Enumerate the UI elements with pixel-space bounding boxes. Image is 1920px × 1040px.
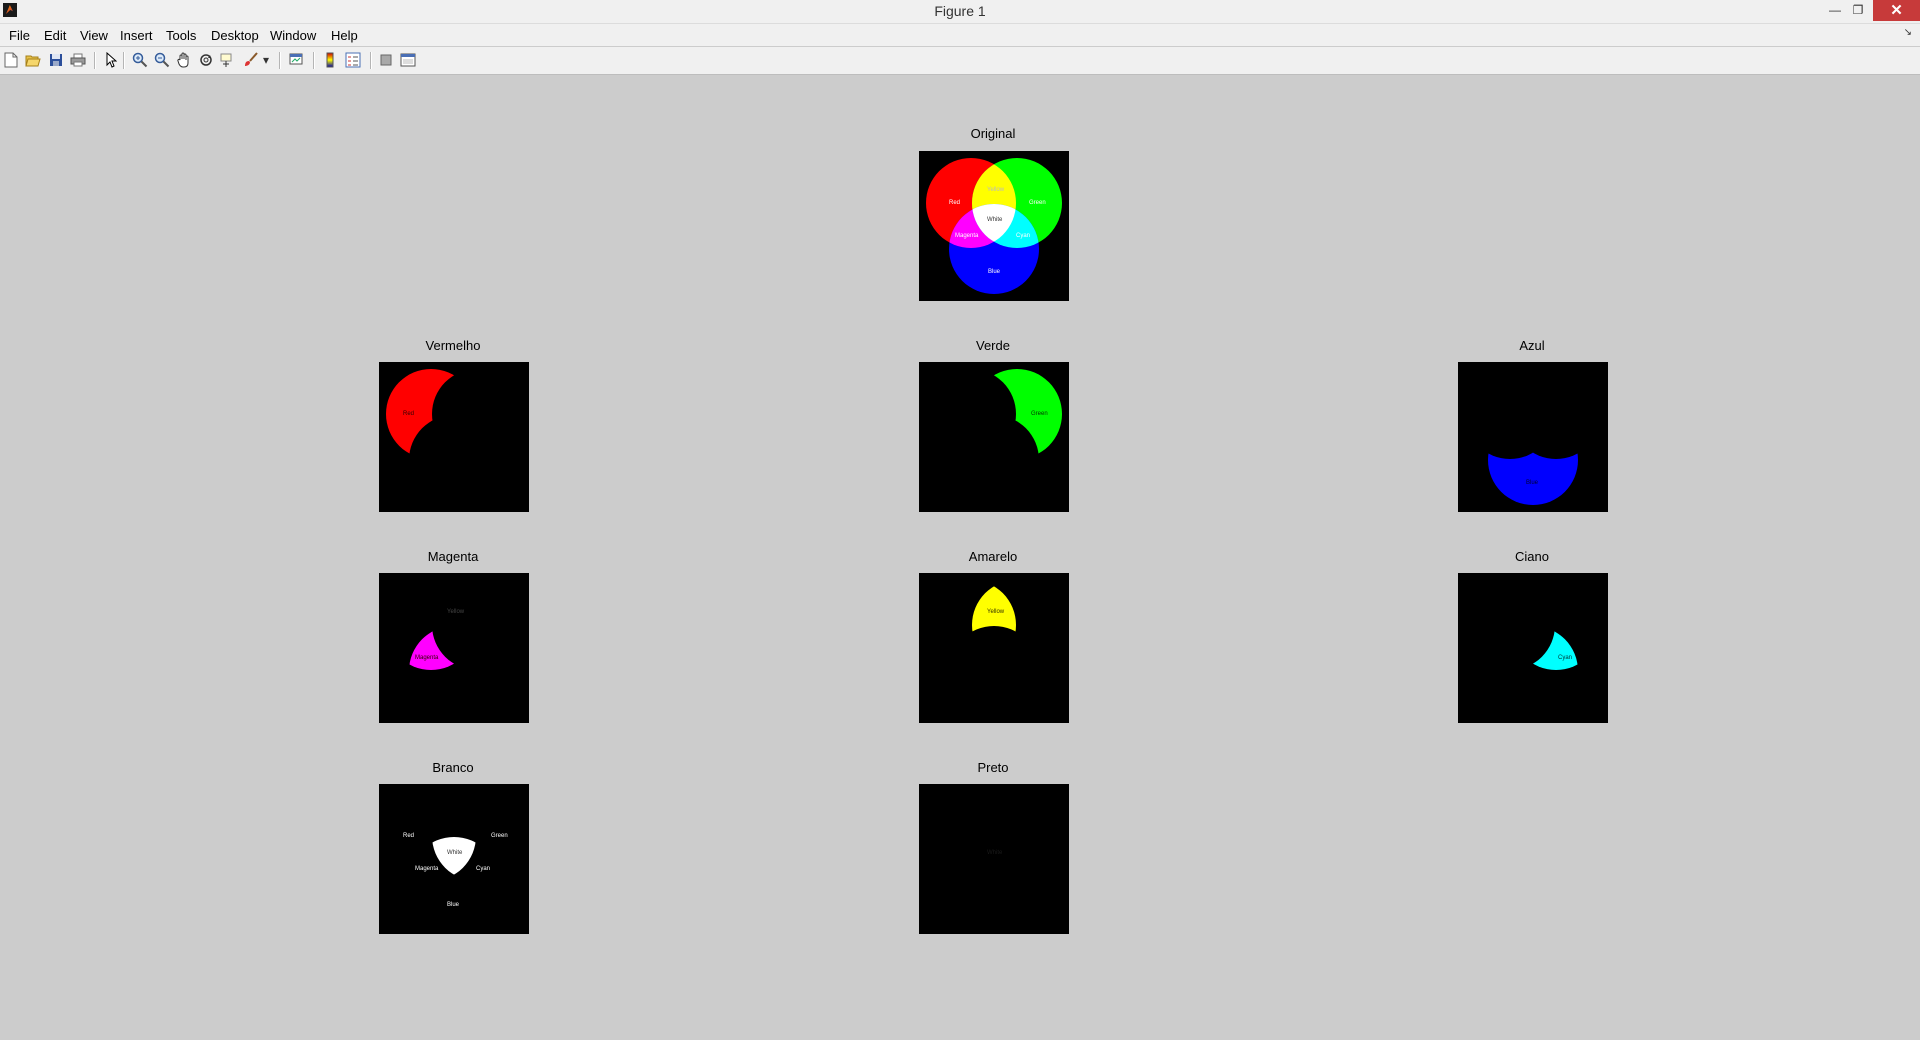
menu-dock-arrow-icon[interactable]: ↘ (1904, 27, 1912, 38)
toolbar-separator (313, 52, 315, 69)
subplot-magenta[interactable]: Magenta Yellow (379, 573, 529, 723)
label-blue: Blue (988, 269, 1001, 275)
menu-desktop[interactable]: Desktop (211, 28, 259, 43)
subplot-red[interactable]: Red (379, 362, 529, 512)
toolbar-separator (279, 52, 281, 69)
colorbar-icon[interactable] (322, 52, 338, 68)
subplot-title-yellow: Amarelo (968, 549, 1018, 564)
maximize-button[interactable]: ❐ (1843, 0, 1873, 21)
subplot-title-green: Verde (976, 338, 1010, 353)
label-white: White (447, 850, 463, 856)
menu-bar: File Edit View Insert Tools Desktop Wind… (0, 24, 1920, 46)
label-blue: Blue (447, 902, 460, 908)
label-cyan: Cyan (476, 866, 490, 872)
menu-view[interactable]: View (80, 28, 108, 43)
rotate-3d-icon[interactable] (198, 52, 214, 68)
toolbar: ▾ (0, 47, 1920, 75)
menu-window[interactable]: Window (270, 28, 316, 43)
subplot-title-black: Preto (977, 760, 1009, 775)
label-yellow-faint: Yellow (447, 609, 465, 615)
menu-help[interactable]: Help (331, 28, 358, 43)
label-white: White (987, 217, 1003, 223)
label-yellow: Yellow (987, 609, 1005, 615)
subplot-yellow[interactable]: Yellow (919, 573, 1069, 723)
zoom-in-icon[interactable] (132, 52, 148, 68)
subplot-title-blue: Azul (1519, 338, 1545, 353)
data-cursor-icon[interactable] (220, 52, 236, 68)
subplot-original[interactable]: Red Green Yellow Magenta Cyan White Blue (919, 151, 1069, 301)
label-magenta: Magenta (955, 233, 979, 239)
label-magenta: Magenta (415, 866, 439, 872)
pointer-icon[interactable] (103, 52, 119, 68)
menu-insert[interactable]: Insert (120, 28, 153, 43)
label-white-faint: White (987, 850, 1003, 856)
label-yellow: Yellow (987, 187, 1005, 193)
subplot-blue[interactable]: Blue (1458, 362, 1608, 512)
label-magenta: Magenta (415, 655, 439, 661)
label-red: Red (403, 833, 414, 839)
menu-edit[interactable]: Edit (44, 28, 66, 43)
subplot-title-white: Branco (432, 760, 474, 775)
label-red: Red (949, 200, 960, 206)
label-green: Green (1031, 411, 1048, 417)
subplot-green[interactable]: Green (919, 362, 1069, 512)
label-green: Green (491, 833, 508, 839)
menu-file[interactable]: File (9, 28, 30, 43)
toolbar-separator (94, 52, 96, 69)
close-button[interactable]: ✕ (1873, 0, 1920, 21)
label-blue: Blue (1526, 480, 1539, 486)
toolbar-separator (370, 52, 372, 69)
zoom-out-icon[interactable] (154, 52, 170, 68)
label-cyan: Cyan (1016, 233, 1030, 239)
label-green: Green (1029, 200, 1046, 206)
new-figure-icon[interactable] (3, 52, 19, 68)
hide-plot-tools-icon[interactable] (378, 52, 394, 68)
legend-icon[interactable] (345, 52, 361, 68)
print-icon[interactable] (70, 52, 86, 68)
subplot-title-magenta: Magenta (427, 549, 479, 564)
subplot-title-cyan: Ciano (1515, 549, 1549, 564)
show-plot-tools-icon[interactable] (400, 52, 416, 68)
subplot-title-red: Vermelho (425, 338, 481, 353)
window-title: Figure 1 (934, 3, 986, 19)
label-cyan: Cyan (1558, 655, 1572, 661)
subplot-cyan[interactable]: Cyan (1458, 573, 1608, 723)
brush-dropdown-icon[interactable]: ▾ (261, 52, 271, 68)
subplot-black[interactable]: White (919, 784, 1069, 934)
subplot-title-original: Original (970, 126, 1016, 141)
open-file-icon[interactable] (25, 52, 41, 68)
pan-hand-icon[interactable] (176, 52, 192, 68)
save-icon[interactable] (48, 52, 64, 68)
link-plot-icon[interactable] (288, 52, 304, 68)
label-red: Red (403, 411, 414, 417)
toolbar-separator (123, 52, 125, 69)
subplot-white[interactable]: Red Green Magenta Cyan White Blue (379, 784, 529, 934)
title-bar: Figure 1 — ❐ ✕ (0, 0, 1920, 24)
brush-icon[interactable] (243, 52, 259, 68)
menu-tools[interactable]: Tools (166, 28, 196, 43)
